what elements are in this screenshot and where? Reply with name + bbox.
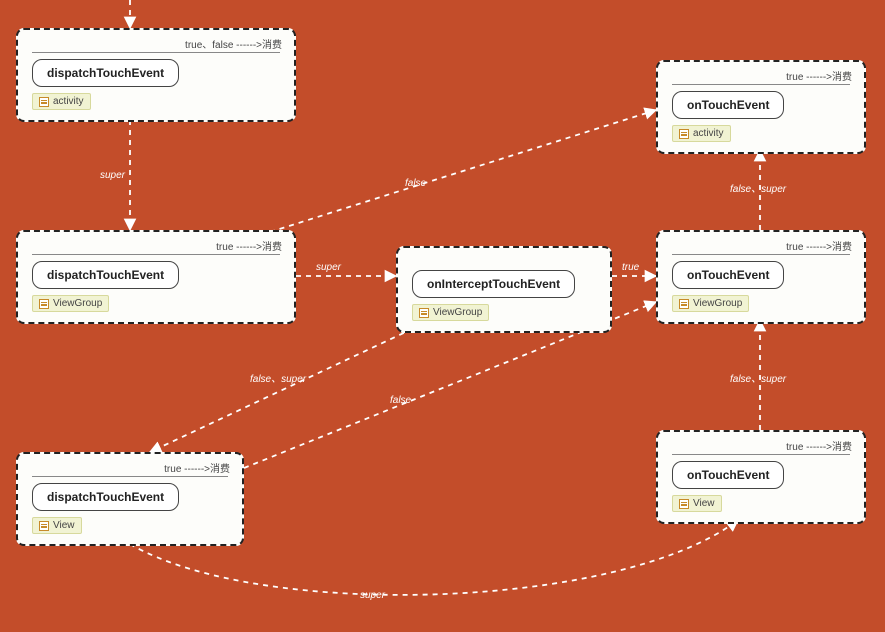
class-label: ViewGroup: [433, 307, 482, 318]
corner-text: true ------>消费: [786, 68, 852, 83]
label-vgtouch-to-acttouch: false、super: [730, 180, 786, 195]
class-icon: [679, 499, 689, 509]
class-icon: [679, 129, 689, 139]
class-icon: [419, 308, 429, 318]
class-tag: ViewGroup: [412, 304, 489, 321]
label-intercept-to-vgtouch: true: [622, 262, 639, 273]
corner-text: true ------>消费: [786, 238, 852, 253]
node-viewgroup-ontouch: true ------>消费 onTouchEvent ViewGroup: [656, 230, 866, 324]
corner-text: true、false ------>消费: [185, 36, 282, 51]
edge-vg-to-acttouch: [270, 110, 656, 232]
class-tag: ViewGroup: [672, 295, 749, 312]
class-label: View: [693, 498, 715, 509]
class-icon: [39, 97, 49, 107]
method-name: onTouchEvent: [672, 461, 784, 489]
method-name: onTouchEvent: [672, 91, 784, 119]
label-viewdisp-to-viewtouch: super: [360, 590, 385, 601]
method-name: dispatchTouchEvent: [32, 261, 179, 289]
class-label: ViewGroup: [53, 298, 102, 309]
label-act-to-vg: super: [100, 170, 125, 181]
class-tag: View: [32, 517, 82, 534]
node-activity-dispatch: true、false ------>消费 dispatchTouchEvent …: [16, 28, 296, 122]
class-tag: View: [672, 495, 722, 512]
class-tag: activity: [672, 125, 731, 142]
method-name: onTouchEvent: [672, 261, 784, 289]
label-intercept-to-viewdisp: false、super: [250, 370, 306, 385]
class-icon: [679, 299, 689, 309]
corner-text: true ------>消费: [786, 438, 852, 453]
method-name: dispatchTouchEvent: [32, 59, 179, 87]
label-viewtouch-to-vgtouch: false、super: [730, 370, 786, 385]
edge-intercept-to-viewdisp: [150, 316, 440, 452]
method-name: dispatchTouchEvent: [32, 483, 179, 511]
label-viewdisp-to-vgtouch: false: [390, 395, 411, 406]
class-label: View: [53, 520, 75, 531]
node-activity-ontouch: true ------>消费 onTouchEvent activity: [656, 60, 866, 154]
class-label: ViewGroup: [693, 298, 742, 309]
node-intercept: onInterceptTouchEvent ViewGroup: [396, 246, 612, 333]
class-label: activity: [53, 96, 84, 107]
corner-text: true ------>消费: [216, 238, 282, 253]
corner-text: true ------>消费: [164, 460, 230, 475]
node-view-ontouch: true ------>消费 onTouchEvent View: [656, 430, 866, 524]
class-icon: [39, 299, 49, 309]
node-view-dispatch: true ------>消费 dispatchTouchEvent View: [16, 452, 244, 546]
label-vg-to-intercept: super: [316, 262, 341, 273]
node-viewgroup-dispatch: true ------>消费 dispatchTouchEvent ViewGr…: [16, 230, 296, 324]
method-name: onInterceptTouchEvent: [412, 270, 575, 298]
class-icon: [39, 521, 49, 531]
class-label: activity: [693, 128, 724, 139]
label-vg-to-acttouch: false: [405, 178, 426, 189]
class-tag: ViewGroup: [32, 295, 109, 312]
class-tag: activity: [32, 93, 91, 110]
